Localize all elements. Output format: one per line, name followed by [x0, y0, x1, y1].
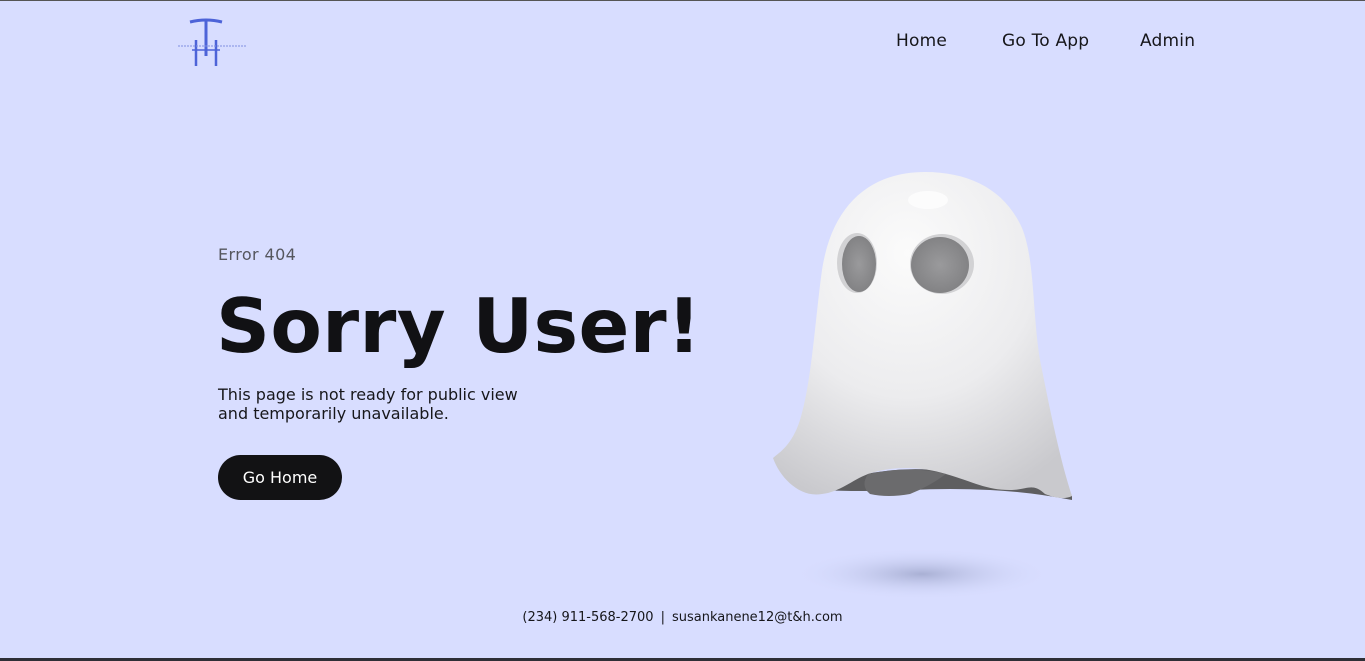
nav-go-to-app-link[interactable]: Go To App	[1002, 31, 1089, 51]
top-navigation: Home Go To App Admin	[0, 31, 1365, 53]
description-line-2: and temporarily unavailable.	[218, 404, 449, 423]
go-home-button[interactable]: Go Home	[218, 455, 342, 500]
window-top-border	[0, 0, 1365, 1]
error-code-label: Error 404	[218, 245, 297, 264]
contact-footer: (234) 911-568-2700 | susankanene12@t&h.com	[0, 610, 1365, 625]
description-line-1: This page is not ready for public view	[218, 385, 518, 404]
nav-admin-link[interactable]: Admin	[1140, 31, 1195, 51]
footer-separator: |	[660, 610, 665, 625]
page-title: Sorry User!	[216, 282, 702, 370]
footer-phone[interactable]: (234) 911-568-2700	[522, 610, 653, 625]
error-description: This page is not ready for public view a…	[218, 385, 558, 423]
ghost-icon	[773, 172, 1072, 600]
nav-home-link[interactable]: Home	[896, 31, 947, 51]
footer-email[interactable]: susankanene12@t&h.com	[672, 610, 843, 625]
ghost-illustration	[760, 160, 1090, 610]
